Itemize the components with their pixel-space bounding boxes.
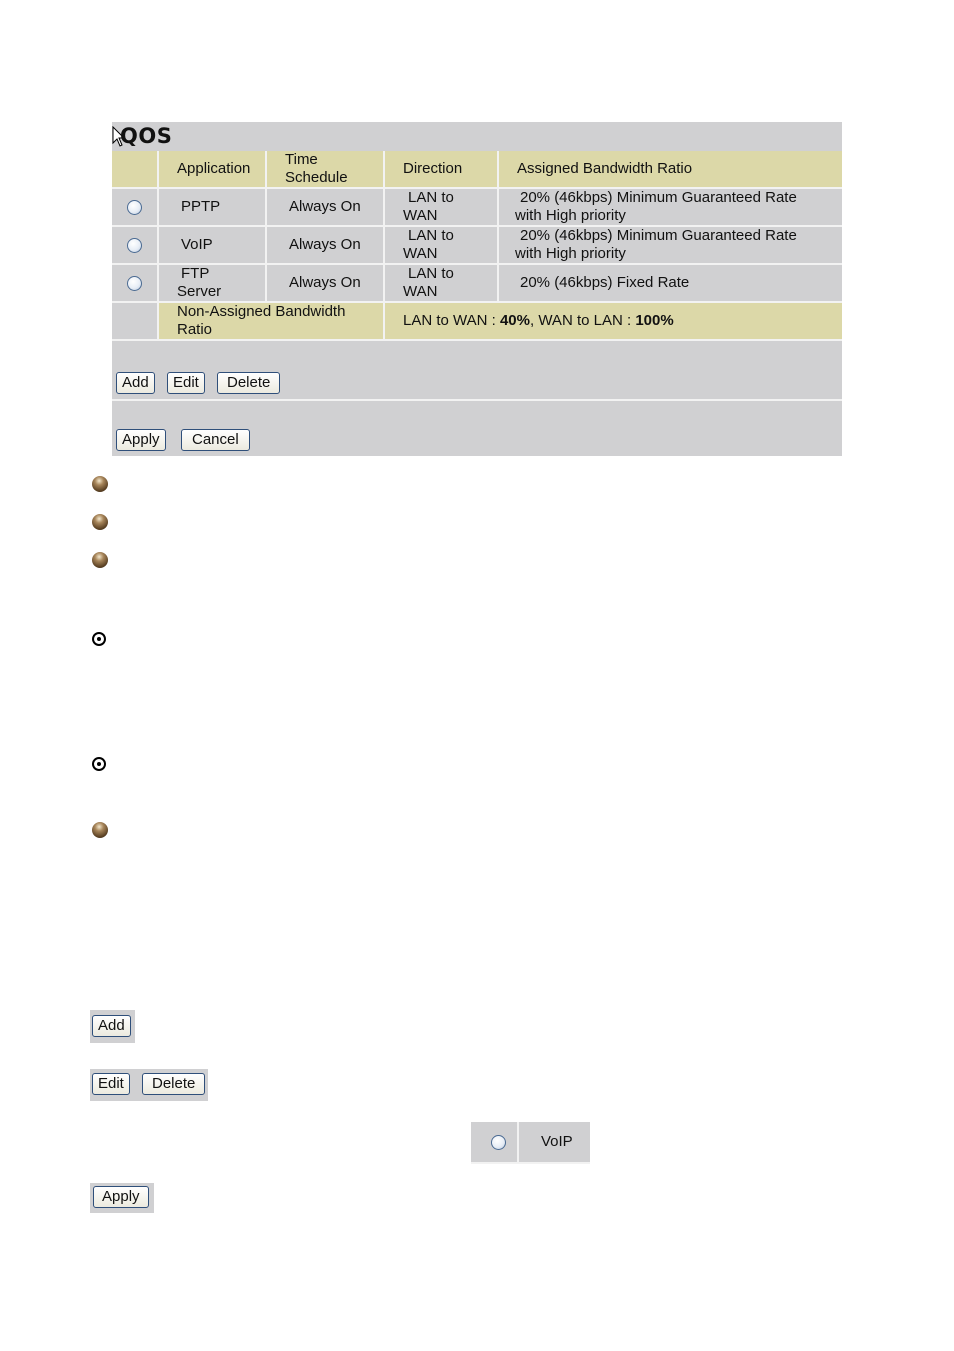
direction-cell: LAN to WAN xyxy=(383,187,499,227)
schedule-cell: Always On xyxy=(265,225,385,265)
non-assigned-row: Non-Assigned Bandwidth Ratio LAN to WAN :… xyxy=(112,301,842,341)
row-select-radio-sample[interactable] xyxy=(491,1135,506,1150)
header-time-schedule: Time Schedule xyxy=(265,151,385,189)
ratio-cell: 20% (46kbps) Minimum Guaranteed Rate with… xyxy=(497,187,842,227)
bronze-ball-bullet-icon xyxy=(92,514,108,530)
row-select-radio[interactable] xyxy=(127,275,142,291)
divider xyxy=(112,399,842,401)
voip-row-sample: VoIP xyxy=(471,1122,590,1164)
application-cell: PPTP xyxy=(157,187,267,227)
delete-button[interactable]: Delete xyxy=(217,372,281,394)
bronze-ball-bullet-icon xyxy=(92,552,108,568)
header-select xyxy=(112,151,159,189)
ratio-cell: 20% (46kbps) Minimum Guaranteed Rate with… xyxy=(497,225,842,265)
header-assigned-ratio: Assigned Bandwidth Ratio xyxy=(497,151,842,189)
schedule-cell: Always On xyxy=(265,263,385,303)
application-cell: FTP Server xyxy=(157,263,267,303)
header-direction: Direction xyxy=(383,151,499,189)
qos-table: Application Time Schedule Direction Assi… xyxy=(112,151,842,341)
header-application: Application xyxy=(157,151,267,189)
table-row: FTP Server Always On LAN to WAN 20% (46kbp… xyxy=(112,263,842,303)
page-title: QOS xyxy=(120,124,173,148)
direction-cell: LAN to WAN xyxy=(383,263,499,303)
table-row: PPTP Always On LAN to WAN 20% (46kbps) Mi… xyxy=(112,187,842,227)
bronze-ball-bullet-icon xyxy=(92,822,108,838)
apply-button-sample-box: Apply xyxy=(90,1183,154,1213)
ratio-cell: 20% (46kbps) Fixed Rate xyxy=(497,263,842,303)
add-button-sample[interactable]: Add xyxy=(92,1015,131,1037)
schedule-cell: Always On xyxy=(265,187,385,227)
qos-panel: QOS Application Time Schedule Direction … xyxy=(112,122,842,456)
edit-delete-sample-box: Edit Delete xyxy=(90,1069,208,1101)
circled-dot-bullet-icon xyxy=(92,632,106,646)
edit-button[interactable]: Edit xyxy=(167,372,205,394)
direction-cell: LAN to WAN xyxy=(383,225,499,265)
add-button-sample-box: Add xyxy=(90,1010,135,1043)
add-button[interactable]: Add xyxy=(116,372,155,394)
bronze-ball-bullet-icon xyxy=(92,476,108,492)
circled-dot-bullet-icon xyxy=(92,757,106,771)
non-assigned-value: LAN to WAN : 40%, WAN to LAN : 100% xyxy=(383,301,842,341)
non-assigned-label: Non-Assigned Bandwidth Ratio xyxy=(157,301,385,341)
row-select-radio[interactable] xyxy=(127,237,142,253)
table-row: VoIP Always On LAN to WAN 20% (46kbps) Mi… xyxy=(112,225,842,265)
table-header-row: Application Time Schedule Direction Assi… xyxy=(112,151,842,189)
apply-button[interactable]: Apply xyxy=(116,429,166,451)
apply-button-sample[interactable]: Apply xyxy=(93,1186,149,1208)
application-cell: VoIP xyxy=(157,225,267,265)
voip-label-sample: VoIP xyxy=(541,1133,573,1150)
delete-button-sample[interactable]: Delete xyxy=(142,1073,206,1095)
cancel-button[interactable]: Cancel xyxy=(181,429,250,451)
row-select-radio[interactable] xyxy=(127,199,142,215)
edit-button-sample[interactable]: Edit xyxy=(92,1073,130,1095)
